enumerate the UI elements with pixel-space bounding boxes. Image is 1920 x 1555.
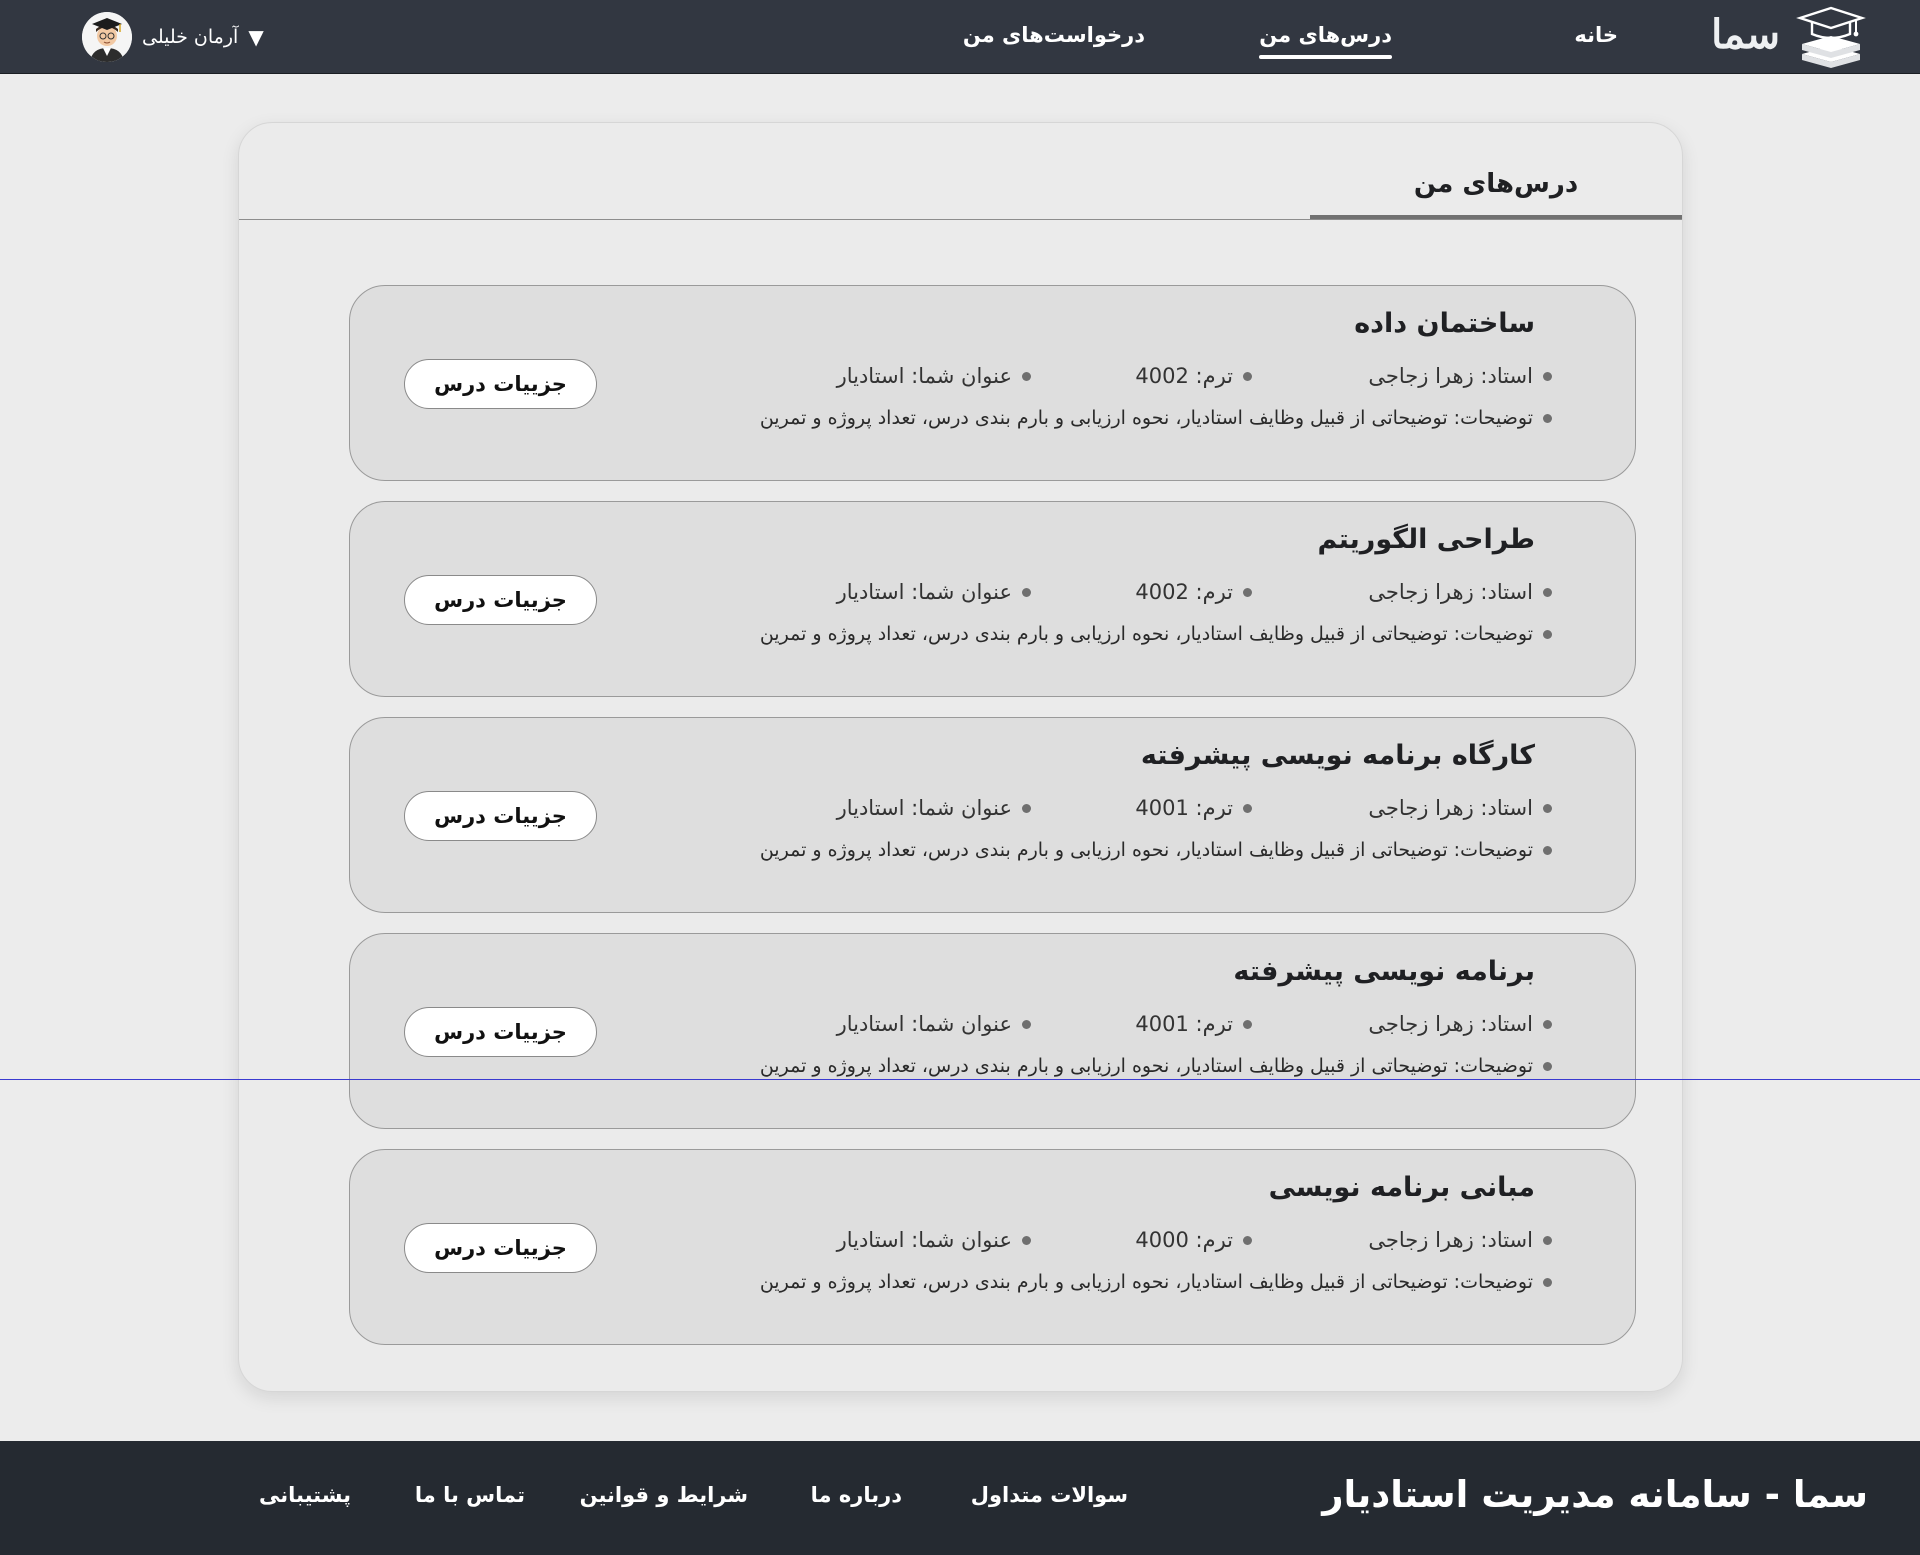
course-card: کارگاه برنامه نویسی پیشرفته استاد: زهرا … — [349, 717, 1636, 913]
course-instructor: استاد: زهرا زجاجی — [1368, 1012, 1552, 1036]
chevron-down-icon[interactable]: ▼ — [248, 25, 263, 49]
course-card: برنامه نویسی پیشرفته استاد: زهرا زجاجی ت… — [349, 933, 1636, 1129]
horizontal-guide-line — [0, 1079, 1920, 1080]
course-details-button[interactable]: جزییات درس — [404, 1223, 597, 1273]
dot-icon — [1022, 803, 1031, 813]
course-term: ترم: 4000 — [1135, 1228, 1252, 1252]
top-navbar: سما خانه درس‌های من درخواست‌های من آرمان… — [0, 0, 1920, 74]
graduation-cap-logo-icon[interactable] — [1794, 4, 1868, 72]
footer-title: سما - سامانه مدیریت استادیار — [1322, 1473, 1868, 1516]
course-description: توضیحات: توضیحاتی از قبیل وظایف استادیار… — [760, 839, 1552, 861]
course-role: عنوان شما: استادیار — [837, 1012, 1031, 1036]
dot-icon — [1243, 371, 1252, 381]
brand-logo-text[interactable]: سما — [1711, 6, 1781, 64]
course-title: ساختمان داده — [1354, 308, 1535, 339]
course-card: طراحی الگوریتم استاد: زهرا زجاجی ترم: 40… — [349, 501, 1636, 697]
dot-icon — [1243, 803, 1252, 813]
footer-link-terms[interactable]: شرایط و قوانین — [580, 1483, 748, 1507]
course-title: برنامه نویسی پیشرفته — [1233, 956, 1535, 987]
course-description: توضیحات: توضیحاتی از قبیل وظایف استادیار… — [760, 623, 1552, 645]
course-description: توضیحات: توضیحاتی از قبیل وظایف استادیار… — [760, 407, 1552, 429]
nav-my-requests[interactable]: درخواست‌های من — [963, 18, 1145, 52]
courses-panel: درس‌های من ساختمان داده استاد: زهرا زجاج… — [238, 122, 1683, 1392]
dot-icon — [1543, 371, 1552, 381]
course-details-button[interactable]: جزییات درس — [404, 359, 597, 409]
course-instructor: استاد: زهرا زجاجی — [1368, 796, 1552, 820]
course-term: ترم: 4002 — [1135, 580, 1252, 604]
course-details-button[interactable]: جزییات درس — [404, 575, 597, 625]
course-card: ساختمان داده استاد: زهرا زجاجی ترم: 4002… — [349, 285, 1636, 481]
dot-icon — [1243, 1235, 1252, 1245]
user-menu[interactable]: آرمان خلیلی ▼ — [82, 10, 264, 64]
dot-icon — [1543, 413, 1552, 423]
course-role: عنوان شما: استادیار — [837, 364, 1031, 388]
dot-icon — [1543, 629, 1552, 639]
user-name: آرمان خلیلی — [142, 26, 239, 48]
footer-link-about[interactable]: درباره ما — [811, 1483, 902, 1507]
course-title: کارگاه برنامه نویسی پیشرفته — [1140, 740, 1535, 771]
footer: سما - سامانه مدیریت استادیار سوالات متدا… — [0, 1441, 1920, 1555]
course-description: توضیحات: توضیحاتی از قبیل وظایف استادیار… — [760, 1271, 1552, 1293]
dot-icon — [1243, 1019, 1252, 1029]
dot-icon — [1022, 587, 1031, 597]
dot-icon — [1022, 1019, 1031, 1029]
dot-icon — [1543, 803, 1552, 813]
course-instructor: استاد: زهرا زجاجی — [1368, 364, 1552, 388]
tab-divider — [239, 219, 1682, 220]
dot-icon — [1543, 587, 1552, 597]
footer-link-faq[interactable]: سوالات متداول — [971, 1483, 1128, 1507]
course-card: مبانی برنامه نویسی استاد: زهرا زجاجی ترم… — [349, 1149, 1636, 1345]
dot-icon — [1243, 587, 1252, 597]
nav-home[interactable]: خانه — [1574, 18, 1618, 52]
course-term: ترم: 4001 — [1135, 796, 1252, 820]
course-instructor: استاد: زهرا زجاجی — [1368, 1228, 1552, 1252]
course-description: توضیحات: توضیحاتی از قبیل وظایف استادیار… — [760, 1055, 1552, 1077]
dot-icon — [1543, 1235, 1552, 1245]
user-avatar[interactable] — [82, 12, 132, 62]
footer-link-contact[interactable]: تماس با ما — [415, 1483, 525, 1507]
course-title: مبانی برنامه نویسی — [1268, 1172, 1535, 1203]
dot-icon — [1543, 1277, 1552, 1287]
course-role: عنوان شما: استادیار — [837, 1228, 1031, 1252]
footer-link-support[interactable]: پشتیبانی — [259, 1483, 351, 1507]
course-details-button[interactable]: جزییات درس — [404, 1007, 597, 1057]
course-role: عنوان شما: استادیار — [837, 580, 1031, 604]
course-list: ساختمان داده استاد: زهرا زجاجی ترم: 4002… — [349, 285, 1636, 1365]
dot-icon — [1543, 1019, 1552, 1029]
course-role: عنوان شما: استادیار — [837, 796, 1031, 820]
dot-icon — [1543, 1061, 1552, 1071]
course-details-button[interactable]: جزییات درس — [404, 791, 597, 841]
dot-icon — [1543, 845, 1552, 855]
course-title: طراحی الگوریتم — [1317, 524, 1535, 555]
course-instructor: استاد: زهرا زجاجی — [1368, 580, 1552, 604]
course-term: ترم: 4002 — [1135, 364, 1252, 388]
dot-icon — [1022, 371, 1031, 381]
tab-my-courses[interactable]: درس‌های من — [1310, 153, 1682, 219]
nav-my-courses[interactable]: درس‌های من — [1259, 18, 1392, 59]
course-term: ترم: 4001 — [1135, 1012, 1252, 1036]
dot-icon — [1022, 1235, 1031, 1245]
